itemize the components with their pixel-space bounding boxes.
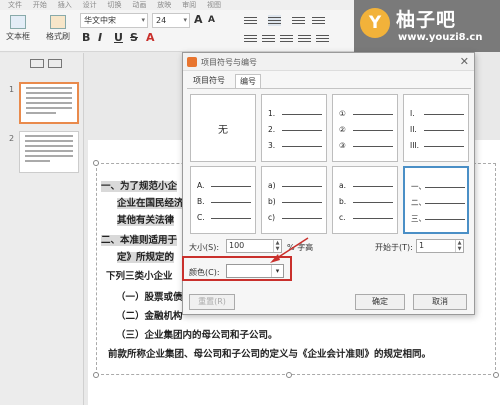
font-grow-button[interactable]: A — [194, 13, 203, 26]
tab-numbering[interactable]: 编号 — [235, 74, 261, 88]
slide-number: 1 — [9, 85, 15, 94]
strikethrough-button[interactable]: S — [130, 31, 138, 44]
numbering-option-roman[interactable]: I. II. III. — [403, 94, 469, 162]
ok-button[interactable]: 确定 — [355, 294, 405, 310]
ribbon-tab[interactable]: 切换 — [108, 1, 122, 10]
slide-text-line: 一、为了规范小企 — [101, 181, 178, 192]
resize-handle[interactable] — [493, 372, 499, 378]
slide-text-line: （一）股票或债 — [116, 292, 183, 303]
slide-text-line: 其他有关法律 — [117, 215, 175, 226]
slide-text-line: （三）企业集团内的母公司和子公司。 — [116, 330, 278, 341]
numbering-option-chinese[interactable]: 一、 二、 三、 — [403, 166, 469, 234]
ribbon-tab[interactable]: 文件 — [8, 1, 22, 10]
ribbon-tab[interactable]: 设计 — [83, 1, 97, 10]
app-icon — [187, 57, 197, 67]
close-icon[interactable]: ✕ — [460, 55, 469, 68]
ribbon-tab[interactable]: 开始 — [33, 1, 47, 10]
numbering-option-lower-alpha-paren[interactable]: a) b) c) — [261, 166, 327, 234]
ribbon-tab[interactable]: 动画 — [132, 1, 146, 10]
slide-thumbnail-1[interactable] — [19, 82, 79, 124]
logo-brand-text: 柚子吧 — [396, 9, 457, 31]
annotation-arrow-icon — [270, 237, 309, 263]
reset-button[interactable]: 重置(R) — [189, 294, 235, 310]
pane-view-toggle[interactable] — [30, 59, 75, 71]
resize-handle[interactable] — [286, 372, 292, 378]
format-painter-button[interactable]: 格式刷 — [46, 15, 70, 42]
slide-text-line: 二、本准则适用于 — [101, 235, 178, 246]
distribute-icon[interactable] — [316, 33, 329, 44]
textbox-icon — [10, 15, 26, 29]
slide-text-line: 下列三类小企业 — [106, 271, 173, 282]
align-center-icon[interactable] — [262, 33, 275, 44]
font-size-select[interactable]: 24 ▾ — [152, 13, 190, 28]
bullet-list-icon[interactable] — [244, 15, 257, 26]
font-shrink-button[interactable]: A — [208, 15, 215, 25]
logo-url-text: www.youzi8.cn — [398, 32, 483, 43]
indent-decrease-icon[interactable] — [292, 15, 305, 26]
align-left-icon[interactable] — [244, 33, 257, 44]
logo-circle-icon: Y — [360, 8, 390, 38]
numbered-list-icon[interactable] — [268, 15, 281, 26]
slide-text-line: （二）金融机构 — [116, 311, 183, 322]
ribbon-tab[interactable]: 放映 — [157, 1, 171, 10]
resize-handle[interactable] — [93, 372, 99, 378]
indent-increase-icon[interactable] — [312, 15, 325, 26]
ribbon-tab[interactable]: 视图 — [207, 1, 221, 10]
font-name-select[interactable]: 华文中宋 ▾ — [80, 13, 148, 28]
dialog-title-bar[interactable]: 项目符号与编号 ✕ — [183, 53, 474, 71]
resize-handle[interactable] — [93, 160, 99, 166]
slide-number: 2 — [9, 134, 15, 143]
align-right-icon[interactable] — [280, 33, 293, 44]
site-logo: Y 柚子吧 www.youzi8.cn — [354, 0, 500, 52]
numbering-option-none[interactable]: 无 — [190, 94, 256, 162]
slide-text-line: 企业在国民经济 — [117, 198, 184, 209]
slide-text-line: 定》所规定的 — [117, 252, 175, 263]
chevron-down-icon: ▾ — [141, 16, 145, 24]
ribbon-tab[interactable]: 插入 — [58, 1, 72, 10]
font-color-button[interactable]: A — [146, 31, 155, 44]
slide-thumbnail-2[interactable] — [19, 131, 79, 173]
numbering-option-lower-alpha[interactable]: a. b. c. — [332, 166, 398, 234]
slides-view-icon[interactable] — [48, 59, 62, 68]
numbering-option-arabic[interactable]: 1. 2. 3. — [261, 94, 327, 162]
chevron-down-icon: ▾ — [183, 16, 187, 24]
ribbon-tab[interactable]: 审阅 — [182, 1, 196, 10]
dialog-title: 项目符号与编号 — [201, 58, 257, 67]
cancel-button[interactable]: 取消 — [413, 294, 467, 310]
start-at-label: 开始于(T): — [375, 243, 413, 252]
start-at-input[interactable]: 1 ▲ ▼ — [416, 239, 464, 253]
bold-button[interactable]: B — [82, 31, 90, 44]
size-label: 大小(S): — [189, 243, 220, 252]
format-painter-icon — [50, 15, 66, 29]
underline-button[interactable]: U — [114, 31, 123, 44]
slide-text-line: 前款所称企业集团、母公司和子公司的定义与《企业会计准则》的规定相同。 — [108, 349, 432, 360]
outline-view-icon[interactable] — [30, 59, 44, 68]
italic-button[interactable]: I — [98, 31, 102, 44]
numbering-option-circled[interactable]: ① ② ③ — [332, 94, 398, 162]
numbering-option-upper-alpha[interactable]: A. B. C. — [190, 166, 256, 234]
tab-bullets[interactable]: 项目符号 — [189, 74, 229, 88]
spinner-arrows-icon[interactable]: ▲ ▼ — [455, 240, 463, 252]
justify-icon[interactable] — [298, 33, 311, 44]
textbox-button[interactable]: 文本框 — [6, 15, 30, 42]
